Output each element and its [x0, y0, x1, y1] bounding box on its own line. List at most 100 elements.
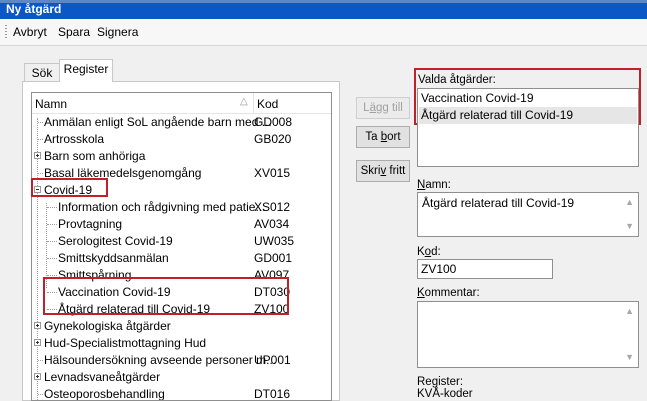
tree-row[interactable]: Hälsoundersökning avseende personer m...…: [32, 352, 331, 369]
tree-row[interactable]: Information och rådgivning med patie... …: [32, 199, 331, 216]
code-label-post: d:: [431, 246, 441, 258]
comment-label-accel: K: [417, 287, 425, 299]
tree-row-label: Gynekologiska åtgärder: [44, 319, 171, 333]
tree-row[interactable]: Serologitest Covid-19 UW035: [32, 233, 331, 250]
selected-actions-label: Valda åtgärder:: [418, 74, 496, 86]
tree-row-label: Levnadsvaneåtgärder: [44, 370, 161, 384]
expand-plus-icon[interactable]: [34, 339, 41, 346]
tree-connector: [47, 207, 57, 209]
save-button[interactable]: Spara: [58, 25, 90, 39]
expand-plus-icon[interactable]: [34, 152, 41, 159]
tree-row-code: UW035: [254, 234, 295, 248]
scroll-down-icon[interactable]: ▼: [625, 352, 634, 362]
name-field[interactable]: Åtgärd relaterad till Covid-19 ▲ ▼: [417, 192, 639, 237]
remove-button-post: ort: [387, 131, 401, 143]
tree-row-code: DT030: [254, 285, 291, 299]
tree-group-row[interactable]: Gynekologiska åtgärder: [32, 318, 331, 335]
toolbar-grip-icon[interactable]: [5, 25, 7, 39]
comment-label-rest: ommentar:: [424, 287, 480, 299]
column-separator[interactable]: [253, 93, 254, 113]
expand-plus-icon[interactable]: [34, 373, 41, 380]
tree-row-label: Åtgärd relaterad till Covid-19: [58, 302, 211, 316]
tree-connector: [47, 224, 57, 226]
name-label-rest: amn:: [425, 179, 451, 191]
tree-row[interactable]: Vaccination Covid-19 DT030: [32, 284, 331, 301]
tree-row[interactable]: Basal läkemedelsgenomgång XV015: [32, 165, 331, 182]
tree-row-code: GD008: [254, 115, 293, 129]
tree-row-code: UP001: [254, 353, 291, 367]
tree-group-row[interactable]: Levnadsvaneåtgärder: [32, 369, 331, 386]
tree-row-code: GB020: [254, 132, 292, 146]
tree-connector: [38, 360, 43, 362]
selected-actions-list[interactable]: Vaccination Covid-19 Åtgärd relaterad ti…: [417, 88, 639, 167]
write-free-button[interactable]: Skriv fritt: [356, 160, 410, 182]
comment-field[interactable]: ▲ ▼: [417, 301, 639, 368]
tree-connector: [38, 173, 43, 175]
scroll-down-icon[interactable]: ▼: [625, 221, 634, 231]
tree-row[interactable]: Smittspårning AV097: [32, 267, 331, 284]
tree-connector: [38, 139, 43, 141]
tree-connector: [47, 258, 57, 260]
column-header-code[interactable]: Kod: [257, 97, 278, 111]
name-field-value: Åtgärd relaterad till Covid-19: [422, 196, 575, 210]
cancel-button[interactable]: Avbryt: [13, 25, 47, 39]
tab-search[interactable]: Sök: [24, 63, 60, 81]
tree-row-label: Hud-Specialistmottagning Hud: [44, 336, 207, 350]
tree-row[interactable]: Åtgärd relaterad till Covid-19 ZV100: [32, 301, 331, 318]
window-title: Ny åtgärd: [6, 2, 62, 16]
register-label: Register:: [417, 376, 464, 388]
tree-row-label: Hälsoundersökning avseende personer m...: [44, 353, 277, 367]
write-free-button-post: fritt: [386, 165, 406, 177]
tree-row-label: Osteoporosbehandling: [44, 387, 165, 401]
tree-header: Namn △ Kod: [32, 93, 331, 114]
code-field[interactable]: ZV100: [417, 259, 553, 279]
list-item[interactable]: Åtgärd relaterad till Covid-19: [419, 107, 637, 124]
column-header-name[interactable]: Namn: [35, 97, 67, 111]
comment-label: Kommentar:: [417, 287, 480, 299]
add-button[interactable]: Lägg till: [356, 97, 410, 119]
tree-connector: [47, 309, 57, 311]
tree-row-label: Provtagning: [58, 217, 123, 231]
code-field-value: ZV100: [421, 262, 457, 276]
name-label: Namn:: [417, 179, 451, 191]
tree-row[interactable]: Anmälan enligt SoL angående barn med ...…: [32, 114, 331, 131]
tree-row-code: DT016: [254, 387, 291, 401]
tree-row-label: Anmälan enligt SoL angående barn med ...: [44, 115, 272, 129]
tree-row-label: Information och rådgivning med patie...: [58, 200, 266, 214]
title-bar: Ny åtgärd: [0, 0, 647, 19]
scroll-up-icon[interactable]: ▲: [625, 197, 634, 207]
tree-row-label: Smittspårning: [58, 268, 132, 282]
tree-row-label: Barn som anhöriga: [44, 149, 146, 163]
title-bar-strip: [0, 0, 647, 3]
register-value: KVÅ-koder: [417, 388, 473, 400]
tree-group-row[interactable]: Barn som anhöriga: [32, 148, 331, 165]
scroll-up-icon[interactable]: ▲: [625, 306, 634, 316]
tree-row[interactable]: Artrosskola GB020: [32, 131, 331, 148]
add-button-post: gg till: [375, 102, 403, 114]
tree-row-label: Covid-19: [44, 183, 93, 197]
tree-row-code: GD001: [254, 251, 293, 265]
tree-row[interactable]: Smittskyddsanmälan GD001: [32, 250, 331, 267]
tab-register[interactable]: Register: [59, 59, 113, 82]
tree-row-label: Basal läkemedelsgenomgång: [44, 166, 202, 180]
tree-row[interactable]: Provtagning AV034: [32, 216, 331, 233]
remove-button[interactable]: Ta bort: [356, 126, 410, 148]
collapse-minus-icon[interactable]: [34, 186, 41, 193]
tree-row[interactable]: Osteoporosbehandling DT016: [32, 386, 331, 401]
toolbar: Avbryt Spara Signera: [0, 19, 647, 46]
tree-group-row[interactable]: Hud-Specialistmottagning Hud: [32, 335, 331, 352]
tree-row-code: AV034: [254, 217, 290, 231]
register-tree[interactable]: Namn △ Kod Anmälan enligt SoL angående b…: [31, 92, 332, 401]
tree-connector: [38, 122, 43, 124]
tree-connector: [47, 241, 57, 243]
sort-ascending-icon: △: [240, 96, 248, 107]
code-label: Kod:: [417, 246, 441, 258]
list-item[interactable]: Vaccination Covid-19: [419, 90, 637, 107]
tree-connector: [38, 394, 43, 396]
tree-group-row[interactable]: Covid-19: [32, 182, 331, 199]
sign-button[interactable]: Signera: [97, 25, 138, 39]
expand-plus-icon[interactable]: [34, 322, 41, 329]
tree-connector: [47, 275, 57, 277]
tree-row-label: Smittskyddsanmälan: [58, 251, 169, 265]
tree-row-code: ZV100: [254, 302, 290, 316]
